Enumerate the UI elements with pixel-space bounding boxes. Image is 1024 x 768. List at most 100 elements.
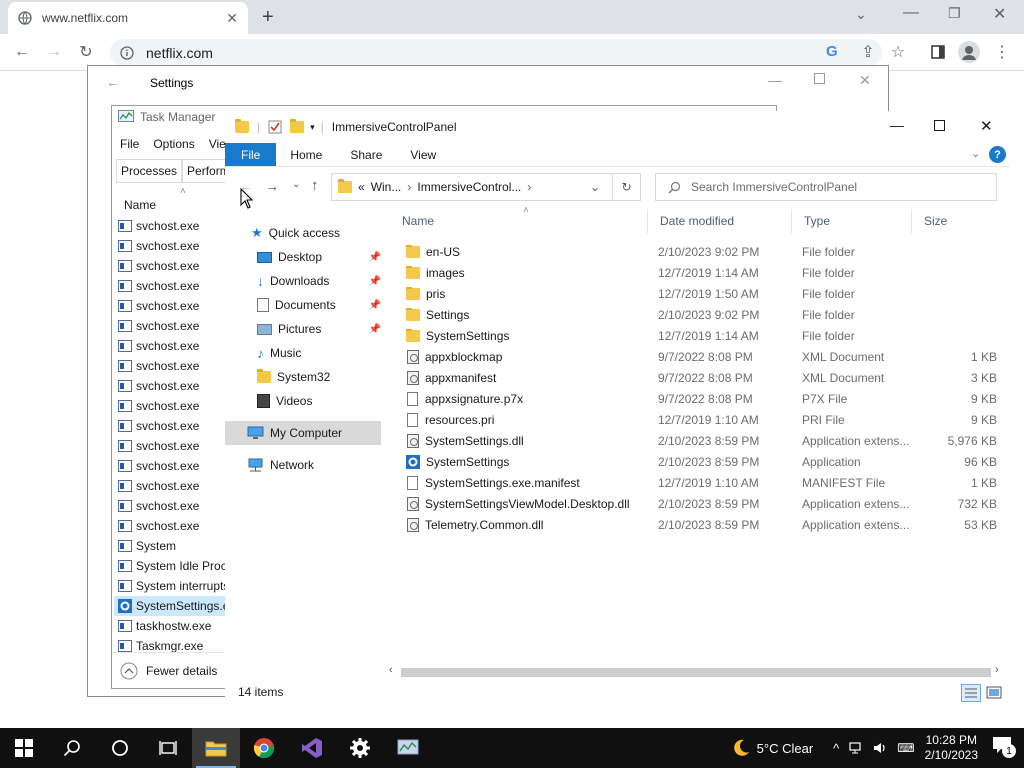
address-dropdown-icon[interactable]: ⌄ — [590, 180, 600, 194]
back-arrow-icon[interactable]: ← — [106, 74, 120, 90]
visual-studio-taskbar-button[interactable] — [288, 728, 336, 768]
cortana-button[interactable] — [96, 728, 144, 768]
process-row[interactable]: System interrupts — [114, 576, 226, 596]
explorer-close-icon[interactable]: ✕ — [980, 117, 993, 135]
file-row[interactable]: SystemSettings.exe.manifest 12/7/2019 1:1… — [390, 472, 1002, 493]
back-icon[interactable]: ← — [10, 40, 34, 64]
explorer-minimize-icon[interactable]: — — [890, 117, 904, 133]
file-row[interactable]: appxmanifest 9/7/2022 8:08 PM XML Document… — [390, 367, 1002, 388]
minimize-icon[interactable]: — — [903, 4, 919, 22]
nav-desktop[interactable]: Desktop 📌 — [225, 245, 385, 269]
volume-icon[interactable] — [873, 741, 889, 755]
process-row[interactable]: svchost.exe — [114, 436, 226, 456]
ribbon-tab-share[interactable]: Share — [336, 143, 396, 166]
process-row[interactable]: System Idle Process — [114, 556, 226, 576]
new-tab-button[interactable]: + — [262, 6, 274, 29]
pin-icon[interactable]: 📌 — [369, 276, 381, 287]
chevron-right-icon[interactable]: › — [527, 180, 531, 194]
nav-videos[interactable]: Videos — [225, 389, 385, 413]
refresh-icon[interactable]: ↻ — [612, 174, 640, 200]
clock[interactable]: 10:28 PM 2/10/2023 — [925, 733, 978, 763]
task-view-button[interactable] — [144, 728, 192, 768]
column-name[interactable]: Name — [124, 198, 156, 212]
settings-taskbar-button[interactable] — [336, 728, 384, 768]
file-row[interactable]: en-US 2/10/2023 9:02 PM File folder — [390, 241, 1002, 262]
file-row[interactable]: appxsignature.p7x 9/7/2022 8:08 PM P7X Fil… — [390, 388, 1002, 409]
breadcrumb-1[interactable]: Win... — [371, 180, 402, 194]
file-row[interactable]: pris 12/7/2019 1:50 AM File folder — [390, 283, 1002, 304]
file-row[interactable]: images 12/7/2019 1:14 AM File folder — [390, 262, 1002, 283]
process-row[interactable]: SystemSettings.exe — [114, 596, 226, 616]
column-size[interactable]: Size — [912, 209, 997, 233]
file-row[interactable]: appxblockmap 9/7/2022 8:08 PM XML Document… — [390, 346, 1002, 367]
nav-quick-access[interactable]: ★ Quick access — [225, 221, 385, 245]
chevron-up-icon[interactable] — [120, 662, 138, 680]
ribbon-tab-file[interactable]: File — [225, 143, 277, 166]
new-folder-icon[interactable] — [290, 119, 305, 133]
recent-locations-icon[interactable]: ⌄ — [292, 179, 300, 190]
help-icon[interactable]: ? — [989, 146, 1006, 163]
nav-music[interactable]: ♪ Music — [225, 341, 385, 365]
tab-close-icon[interactable]: ✕ — [226, 10, 238, 27]
nav-network[interactable]: Network — [225, 453, 385, 477]
nav-forward-icon[interactable]: → — [265, 178, 279, 194]
process-row[interactable]: svchost.exe — [114, 496, 226, 516]
column-name[interactable]: Name — [390, 209, 648, 233]
chevron-up-icon[interactable]: ^ — [833, 741, 839, 756]
process-row[interactable]: svchost.exe — [114, 276, 226, 296]
file-row[interactable]: SystemSettingsViewModel.Desktop.dll 2/10/… — [390, 493, 1002, 514]
notifications-icon[interactable]: 1 — [992, 736, 1016, 760]
nav-system32[interactable]: System32 — [225, 365, 385, 389]
process-row[interactable]: svchost.exe — [114, 516, 226, 536]
start-button[interactable] — [0, 728, 48, 768]
up-icon[interactable]: ↑ — [311, 177, 319, 194]
tab-search-icon[interactable]: ⌄ — [855, 6, 867, 23]
network-tray-icon[interactable] — [849, 741, 865, 755]
process-row[interactable]: taskhostw.exe — [114, 616, 226, 636]
process-row[interactable]: svchost.exe — [114, 476, 226, 496]
process-row[interactable]: svchost.exe — [114, 396, 226, 416]
customize-toolbar-icon[interactable]: ▾ — [310, 122, 315, 133]
process-row[interactable]: svchost.exe — [114, 316, 226, 336]
process-row[interactable]: svchost.exe — [114, 336, 226, 356]
search-box[interactable]: Search ImmersiveControlPanel — [655, 173, 997, 201]
search-button[interactable] — [48, 728, 96, 768]
scroll-thumb[interactable] — [401, 668, 991, 677]
menu-file[interactable]: File — [120, 137, 139, 151]
process-row[interactable]: svchost.exe — [114, 216, 226, 236]
chrome-taskbar-button[interactable] — [240, 728, 288, 768]
settings-close-icon[interactable]: ✕ — [859, 72, 871, 89]
pin-icon[interactable]: 📌 — [369, 324, 381, 335]
process-row[interactable]: System — [114, 536, 226, 556]
properties-icon[interactable] — [268, 120, 282, 134]
nav-documents[interactable]: Documents 📌 — [225, 293, 385, 317]
pin-icon[interactable]: 📌 — [369, 252, 381, 263]
moon-icon[interactable] — [731, 738, 751, 758]
nav-downloads[interactable]: ↓ Downloads 📌 — [225, 269, 385, 293]
process-row[interactable]: svchost.exe — [114, 296, 226, 316]
more-menu-icon[interactable]: ⋮ — [990, 40, 1014, 64]
file-row[interactable]: Telemetry.Common.dll 2/10/2023 8:59 PM App… — [390, 514, 1002, 535]
info-icon[interactable] — [120, 45, 134, 60]
share-icon[interactable]: ⇪ — [856, 40, 880, 64]
details-view-icon[interactable] — [961, 684, 981, 702]
breadcrumb-2[interactable]: ImmersiveControl... — [417, 180, 521, 194]
menu-options[interactable]: Options — [153, 137, 194, 151]
close-icon[interactable]: ✕ — [993, 4, 1006, 24]
settings-minimize-icon[interactable]: — — [768, 72, 782, 88]
ribbon-tab-home[interactable]: Home — [276, 143, 336, 166]
file-row[interactable]: SystemSettings 2/10/2023 8:59 PM Applicati… — [390, 451, 1002, 472]
address-overflow[interactable]: « — [358, 180, 365, 194]
input-method-icon[interactable]: ⌨ — [897, 741, 914, 755]
task-manager-taskbar-button[interactable] — [384, 728, 432, 768]
process-row[interactable]: svchost.exe — [114, 356, 226, 376]
expand-ribbon-icon[interactable]: ⌄ — [971, 147, 980, 160]
scroll-right-icon[interactable]: › — [995, 664, 999, 676]
process-row[interactable]: svchost.exe — [114, 416, 226, 436]
column-type[interactable]: Type — [792, 209, 912, 233]
forward-icon[interactable]: → — [42, 40, 66, 64]
tab-processes[interactable]: Processes — [116, 159, 183, 183]
side-panel-icon[interactable] — [926, 40, 950, 64]
address-box[interactable]: « Win... › ImmersiveControl... › ⌄ ↻ — [331, 173, 641, 201]
settings-maximize-icon[interactable] — [814, 73, 825, 84]
